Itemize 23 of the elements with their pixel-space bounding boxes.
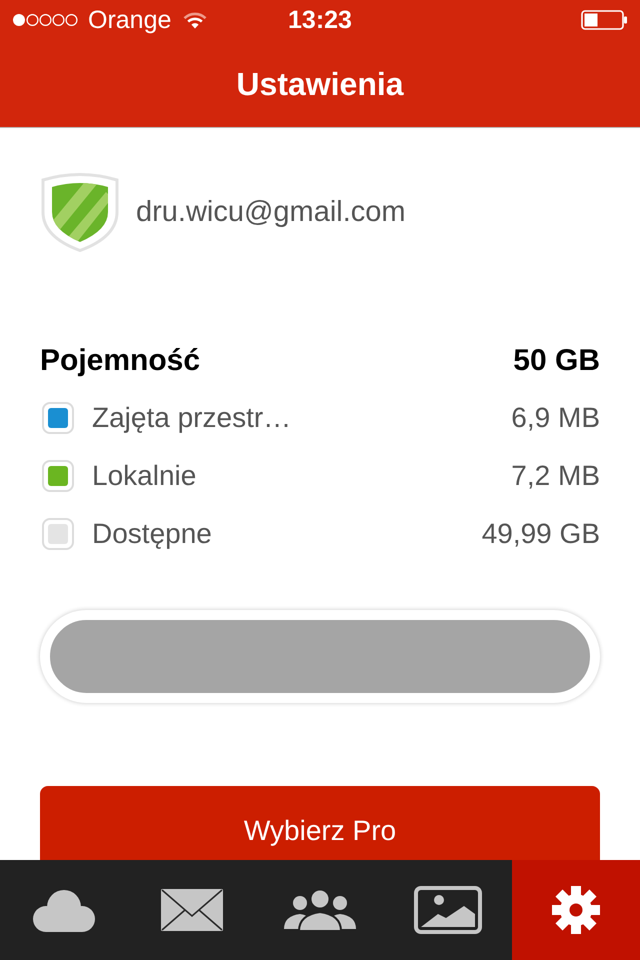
shield-icon <box>40 172 120 252</box>
status-time: 13:23 <box>288 5 352 35</box>
signal-dots-icon <box>12 13 79 27</box>
people-icon <box>284 889 356 931</box>
account-email: dru.wicu@gmail.com <box>136 195 406 230</box>
settings-tab[interactable] <box>512 860 640 960</box>
battery-icon <box>581 10 628 30</box>
storage-label: Zajęta przestr… <box>92 401 292 435</box>
storage-title: Pojemność <box>40 343 200 379</box>
screen-title: Ustawienia <box>236 64 404 102</box>
storage-value: 49,99 GB <box>482 517 600 551</box>
image-icon <box>414 886 482 934</box>
wifi-icon <box>183 12 208 28</box>
storage-total: 50 GB <box>513 343 600 379</box>
settings-icon <box>552 886 600 934</box>
storage-value: 7,2 MB <box>511 459 600 493</box>
storage-label: Lokalnie <box>92 459 196 493</box>
cloud-icon <box>32 888 96 932</box>
storage-value: 6,9 MB <box>511 401 600 435</box>
carrier-name: Orange <box>88 5 172 35</box>
envelope-icon <box>161 889 223 931</box>
storage-label: Dostępne <box>92 517 212 551</box>
upgrade-button[interactable]: Wybierz Pro <box>40 786 600 860</box>
